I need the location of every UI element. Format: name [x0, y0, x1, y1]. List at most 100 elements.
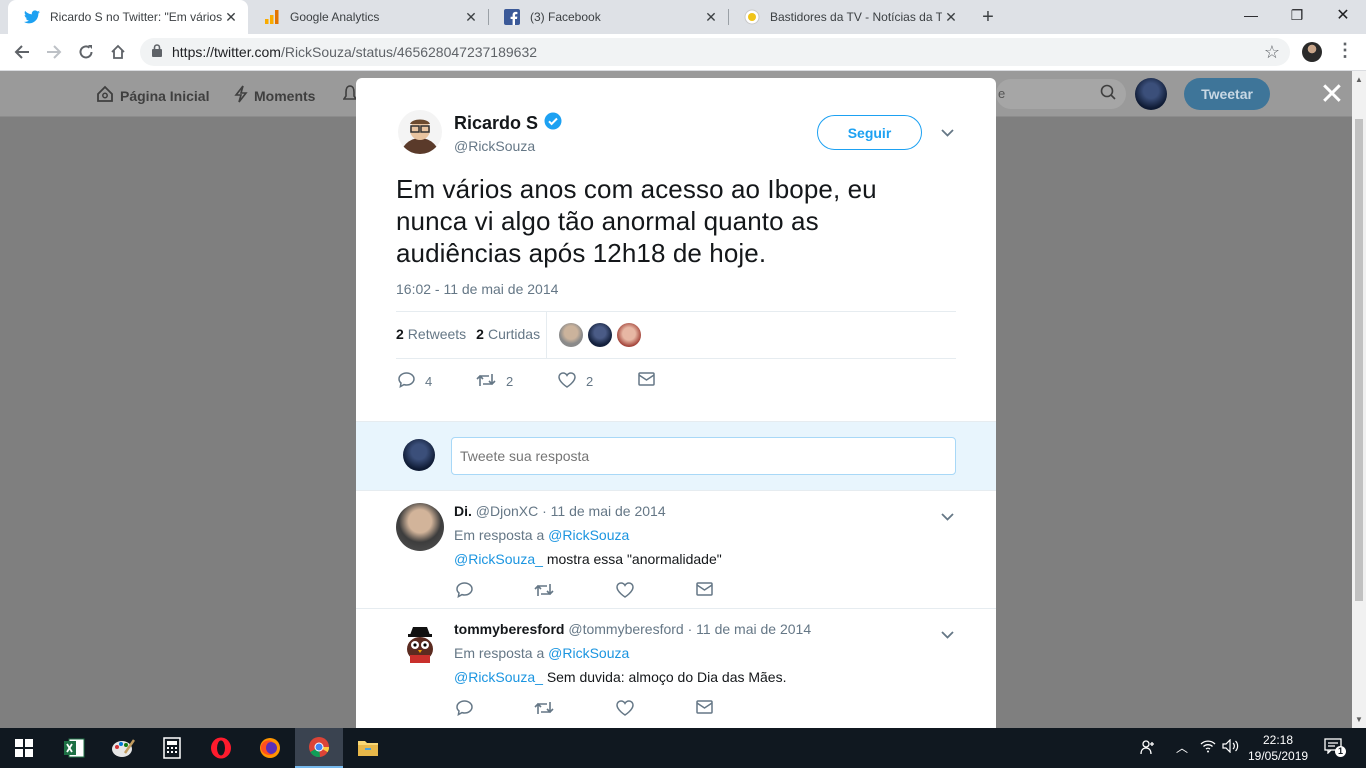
in-reply-link[interactable]: @RickSouza	[548, 527, 629, 543]
restore-icon[interactable]: ❐	[1274, 0, 1320, 30]
heart-icon[interactable]	[616, 700, 634, 716]
calculator-icon[interactable]	[148, 728, 196, 768]
likes-stat[interactable]: 2 Curtidas	[476, 326, 540, 342]
url-path: /RickSouza/status/465628047237189632	[280, 44, 538, 60]
tab-facebook[interactable]: (3) Facebook ✕	[488, 0, 728, 34]
reply-text: mostra essa "anormalidade"	[546, 551, 722, 567]
close-tab-icon[interactable]: ✕	[942, 8, 960, 26]
notifications-icon[interactable]: 1	[1324, 738, 1346, 758]
retweet-icon[interactable]	[534, 700, 554, 716]
scroll-up-icon[interactable]: ▲	[1355, 75, 1363, 84]
reply-action[interactable]: 4	[398, 372, 432, 391]
author-name[interactable]: Ricardo S	[454, 112, 562, 135]
retweets-stat[interactable]: 2 Retweets	[396, 326, 466, 342]
like-action[interactable]: 2	[558, 372, 593, 391]
chevron-down-icon[interactable]	[941, 126, 954, 140]
page-scrollbar[interactable]: ▲ ▼	[1352, 71, 1366, 728]
author-handle[interactable]: @RickSouza	[454, 138, 535, 154]
user-avatar[interactable]	[1135, 78, 1167, 110]
menu-dots-icon[interactable]: ⋮	[1336, 40, 1354, 61]
new-tab-button[interactable]: +	[976, 5, 1000, 29]
close-tab-icon[interactable]: ✕	[462, 8, 480, 26]
liker-avatar[interactable]	[559, 323, 583, 347]
in-reply-link[interactable]: @RickSouza	[548, 645, 629, 661]
reply-input[interactable]	[451, 437, 956, 475]
reply-count: 4	[425, 374, 433, 389]
scroll-down-icon[interactable]: ▼	[1355, 715, 1363, 724]
tweet-timestamp[interactable]: 16:02 - 11 de mai de 2014	[396, 281, 558, 297]
home-icon[interactable]	[104, 38, 132, 66]
volume-icon[interactable]	[1222, 738, 1240, 756]
forward-arrow-icon[interactable]	[40, 38, 68, 66]
search-partial-text: e	[998, 86, 1006, 101]
reply-context: Em resposta a @RickSouza	[454, 645, 629, 661]
reply-header: Di. @DjonXC · 11 de mai de 2014	[454, 503, 666, 519]
heart-icon[interactable]	[616, 582, 634, 598]
minimize-icon[interactable]: —	[1228, 0, 1274, 30]
follow-button[interactable]: Seguir	[817, 115, 922, 150]
reply-tweet[interactable]: Di. @DjonXC · 11 de mai de 2014 Em respo…	[356, 491, 996, 609]
retweet-icon	[476, 372, 496, 391]
paint-icon[interactable]	[99, 728, 147, 768]
excel-icon[interactable]	[50, 728, 98, 768]
nav-moments[interactable]: Moments	[234, 85, 315, 106]
envelope-icon[interactable]	[696, 700, 713, 714]
reload-icon[interactable]	[72, 38, 100, 66]
close-icon[interactable]: ✕	[1318, 80, 1346, 110]
chevron-down-icon[interactable]	[941, 628, 954, 642]
reply-author-handle[interactable]: @DjonXC	[476, 503, 538, 519]
liker-avatar[interactable]	[617, 323, 641, 347]
reply-date[interactable]: · 11 de mai de 2014	[542, 503, 666, 519]
nav-home[interactable]: Página Inicial	[96, 85, 209, 106]
search-input[interactable]: e	[996, 79, 1126, 109]
reply-author-name[interactable]: tommyberesford	[454, 621, 564, 637]
bookmark-star-icon[interactable]: ☆	[1264, 42, 1280, 63]
address-bar[interactable]: https://twitter.com/RickSouza/status/465…	[140, 38, 1290, 66]
reply-context: Em resposta a @RickSouza	[454, 527, 629, 543]
divider	[546, 312, 547, 358]
reply-mention[interactable]: @RickSouza_	[454, 551, 543, 567]
dm-action[interactable]	[638, 372, 655, 389]
reply-author-avatar[interactable]	[396, 503, 444, 551]
retweet-icon[interactable]	[534, 582, 554, 598]
liker-avatar[interactable]	[588, 323, 612, 347]
reply-author-name[interactable]: Di.	[454, 503, 472, 519]
tab-twitter[interactable]: Ricardo S no Twitter: "Em vários a ✕	[8, 0, 248, 34]
taskbar-clock[interactable]: 22:18 19/05/2019	[1248, 732, 1308, 764]
reply-icon[interactable]	[456, 582, 473, 598]
windows-start-icon[interactable]	[0, 728, 48, 768]
tab-title: Google Analytics	[290, 10, 380, 24]
tweet-button[interactable]: Tweetar	[1184, 78, 1270, 110]
reply-author-avatar[interactable]	[396, 621, 444, 669]
firefox-icon[interactable]	[246, 728, 294, 768]
reply-mention[interactable]: @RickSouza_	[454, 669, 543, 685]
reply-author-handle[interactable]: @tommyberesford	[568, 621, 683, 637]
profile-avatar[interactable]	[1302, 42, 1322, 62]
clock-time: 22:18	[1262, 733, 1294, 747]
chrome-icon[interactable]	[295, 728, 343, 768]
home-icon	[96, 85, 114, 106]
chevron-up-icon[interactable]: ︿	[1176, 739, 1188, 756]
reply-tweet[interactable]: tommyberesford @tommyberesford · 11 de m…	[356, 609, 996, 728]
author-avatar[interactable]	[398, 110, 442, 154]
opera-icon[interactable]	[197, 728, 245, 768]
search-icon[interactable]	[1100, 84, 1116, 103]
file-explorer-icon[interactable]	[344, 728, 392, 768]
retweet-action[interactable]: 2	[476, 372, 513, 391]
tab-google-analytics[interactable]: Google Analytics ✕	[248, 0, 488, 34]
scroll-thumb[interactable]	[1355, 119, 1363, 601]
likes-label: Curtidas	[487, 326, 541, 342]
chevron-down-icon[interactable]	[941, 510, 954, 524]
wifi-icon[interactable]	[1200, 739, 1216, 756]
reply-icon[interactable]	[456, 700, 473, 716]
close-tab-icon[interactable]: ✕	[222, 8, 240, 26]
close-tab-icon[interactable]: ✕	[702, 8, 720, 26]
close-window-icon[interactable]: ✕	[1320, 0, 1366, 30]
reply-date[interactable]: · 11 de mai de 2014	[688, 621, 812, 637]
tab-bastidores[interactable]: Bastidores da TV - Notícias da TV ✕	[728, 0, 968, 34]
people-icon[interactable]	[1140, 739, 1156, 758]
back-arrow-icon[interactable]	[8, 38, 36, 66]
envelope-icon[interactable]	[696, 582, 713, 596]
in-reply-prefix: Em resposta a	[454, 527, 545, 543]
bell-icon[interactable]	[342, 85, 358, 108]
